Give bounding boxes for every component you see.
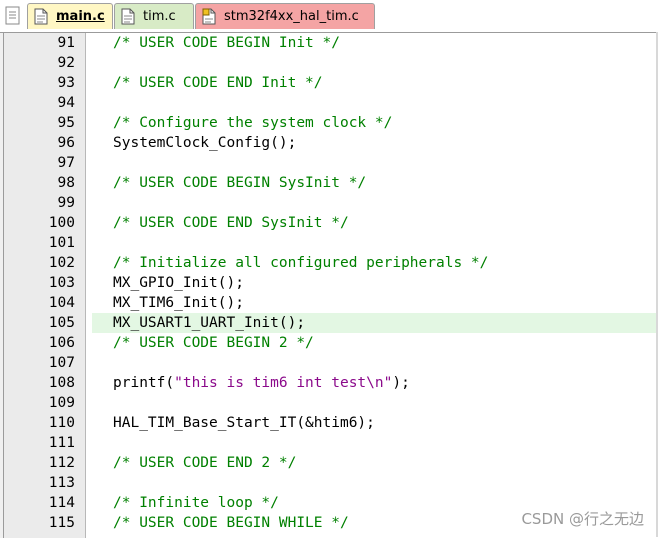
code-line[interactable]: 107 [0,353,658,373]
line-number: 105 [48,315,75,331]
comment-token: /* Configure the system clock */ [113,115,393,131]
c-file-icon [34,8,48,25]
line-number: 95 [57,115,75,131]
code-token: MX_USART1_UART_Init(); [113,315,306,331]
line-code: /* USER CODE BEGIN SysInit */ [113,173,366,193]
line-code: /* USER CODE END Init */ [113,73,323,93]
tab-label: stm32f4xx_hal_tim.c [224,9,359,24]
code-line[interactable]: 112 /* USER CODE END 2 */ [0,453,658,473]
line-number: 99 [57,195,75,211]
code-line[interactable]: 103 MX_GPIO_Init(); [0,273,658,293]
line-code: HAL_TIM_Base_Start_IT(&htim6); [113,413,375,433]
tab-label: main.c [56,9,105,24]
code-line[interactable]: 106 /* USER CODE BEGIN 2 */ [0,333,658,353]
comment-token: /* USER CODE END SysInit */ [113,215,349,231]
code-line[interactable]: 104 MX_TIM6_Init(); [0,293,658,313]
line-code: /* Infinite loop */ [113,493,279,513]
code-token: SystemClock_Config(); [113,135,297,151]
line-code: SystemClock_Config(); [113,133,296,153]
line-number: 100 [48,215,75,231]
line-number: 102 [48,255,75,271]
line-number: 114 [48,495,75,511]
code-line[interactable]: 92 [0,53,658,73]
code-editor[interactable]: 91 /* USER CODE BEGIN Init */ 92 93 /* USER … [0,32,658,538]
code-token: ); [392,375,410,391]
tab-label: tim.c [143,9,176,24]
line-number: 96 [57,135,75,151]
code-line[interactable]: 96 SystemClock_Config(); [0,133,658,153]
comment-token: /* Initialize all configured peripherals… [113,255,489,271]
line-number: 101 [48,235,75,251]
line-code: printf("this is tim6 int test\n"); [113,373,410,393]
line-number: 106 [48,335,75,351]
line-number: 103 [48,275,75,291]
comment-token: /* USER CODE END Init */ [113,75,323,91]
code-line[interactable]: 108 printf("this is tim6 int test\n"); [0,373,658,393]
line-code: /* USER CODE BEGIN 2 */ [113,333,314,353]
line-number: 110 [48,415,75,431]
tab-tim-c[interactable]: tim.c [114,3,194,29]
code-line[interactable]: 111 [0,433,658,453]
code-line[interactable]: 101 [0,233,658,253]
line-code: /* USER CODE END SysInit */ [113,213,349,233]
line-number: 92 [57,55,75,71]
line-number: 107 [48,355,75,371]
c-file-icon [121,8,135,25]
string-token: "this is tim6 int test\n" [174,375,393,391]
code-line[interactable]: 105 MX_USART1_UART_Init(); [0,313,658,333]
code-line[interactable]: 100 /* USER CODE END SysInit */ [0,213,658,233]
locked-c-file-icon [202,8,216,25]
line-code: MX_TIM6_Init(); [113,293,244,313]
file-tab-bar: main.c tim.c stm32f4xx_hal_tim.c [0,0,658,32]
comment-token: /* USER CODE BEGIN WHILE */ [113,515,349,531]
tab-main-c[interactable]: main.c [27,3,113,29]
code-line[interactable]: 113 [0,473,658,493]
comment-token: /* Infinite loop */ [113,495,279,511]
code-line[interactable]: 91 /* USER CODE BEGIN Init */ [0,33,658,53]
code-token: printf( [113,375,175,391]
file-list-icon[interactable] [0,3,26,29]
line-code: /* USER CODE END 2 */ [113,453,296,473]
code-line[interactable]: 99 [0,193,658,213]
line-number: 94 [57,95,75,111]
code-line[interactable]: 95 /* Configure the system clock */ [0,113,658,133]
comment-token: /* USER CODE BEGIN 2 */ [113,335,314,351]
watermark: CSDN @行之无边 [521,510,644,528]
line-number: 98 [57,175,75,191]
line-number: 112 [48,455,75,471]
line-number: 108 [48,375,75,391]
line-code: /* USER CODE BEGIN Init */ [113,33,340,53]
code-line[interactable]: 93 /* USER CODE END Init */ [0,73,658,93]
line-number: 115 [48,515,75,531]
code-line[interactable]: 102 /* Initialize all configured peripher… [0,253,658,273]
code-line[interactable]: 110 HAL_TIM_Base_Start_IT(&htim6); [0,413,658,433]
comment-token: /* USER CODE END 2 */ [113,455,297,471]
line-number: 97 [57,155,75,171]
line-number: 91 [57,35,75,51]
code-line[interactable]: 98 /* USER CODE BEGIN SysInit */ [0,173,658,193]
tab-stm32f4xx-hal-tim-c[interactable]: stm32f4xx_hal_tim.c [195,3,375,29]
line-code: MX_GPIO_Init(); [113,273,244,293]
code-token: HAL_TIM_Base_Start_IT(&htim6); [113,415,375,431]
line-code: /* Initialize all configured peripherals… [113,253,488,273]
comment-token: /* USER CODE BEGIN Init */ [113,35,340,51]
line-code: /* USER CODE BEGIN WHILE */ [113,513,349,533]
code-token: MX_TIM6_Init(); [113,295,244,311]
line-code: /* Configure the system clock */ [113,113,392,133]
code-line[interactable]: 97 [0,153,658,173]
line-number: 111 [48,435,75,451]
line-code: MX_USART1_UART_Init(); [113,313,305,333]
line-number: 104 [48,295,75,311]
comment-token: /* USER CODE BEGIN SysInit */ [113,175,367,191]
line-number: 109 [48,395,75,411]
line-number: 113 [48,475,75,491]
code-line[interactable]: 109 [0,393,658,413]
code-token: MX_GPIO_Init(); [113,275,244,291]
line-number: 93 [57,75,75,91]
code-line[interactable]: 94 [0,93,658,113]
